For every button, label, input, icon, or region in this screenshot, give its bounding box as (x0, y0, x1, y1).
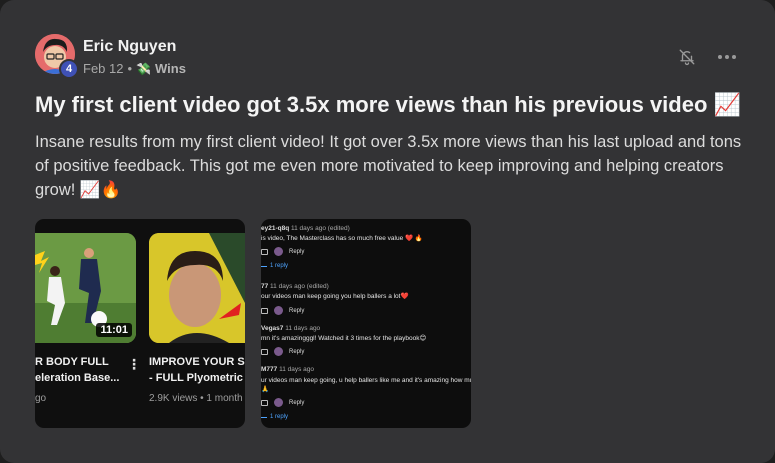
attachment-image-1[interactable]: 11:01 R BODY FULL eleration Base... ⋮ go… (35, 219, 245, 428)
video-thumbnail (149, 233, 245, 343)
author-name[interactable]: Eric Nguyen (83, 38, 176, 56)
more-horizontal-icon[interactable] (716, 46, 738, 68)
comment-time: 11 days ago (279, 366, 315, 373)
reply-label: Reply (289, 348, 305, 355)
comment-header: ey21-q8q 11 days ago (edited) (261, 224, 471, 233)
replies-link: 1 reply (261, 414, 288, 420)
post-card[interactable]: 4 Eric Nguyen Feb 12 • 💸 Wins My first c… (0, 0, 775, 463)
comment-actions: Reply (261, 398, 304, 407)
video-title: IMPROVE YOUR SP (149, 356, 245, 368)
attachment-image-2[interactable]: ey21-q8q 11 days ago (edited) is video, … (261, 219, 471, 428)
reply-label: Reply (289, 248, 305, 255)
comment-actions: Reply (261, 247, 304, 256)
video-title-line2: eleration Base... (35, 372, 120, 384)
comment-header: Vegas7 11 days ago (261, 324, 471, 333)
dislike-icon (261, 399, 268, 406)
video-title-line2: - FULL Plyometric S (149, 372, 245, 384)
comment-header: 77 11 days ago (edited) (261, 282, 471, 291)
comment-text-line2: 🙏 (261, 386, 270, 393)
video-thumbnail: 11:01 (35, 233, 136, 343)
comment-user: ey21-q8q (261, 225, 290, 232)
meta-separator: • (127, 61, 133, 76)
dislike-icon (261, 248, 268, 255)
comment-text: ur videos man keep going, u help ballers… (261, 377, 471, 384)
comment-actions: Reply (261, 347, 304, 356)
video-meta: 2.9K views • 1 month a (149, 393, 245, 404)
dislike-icon (261, 348, 268, 355)
comment-actions: Reply (261, 306, 304, 315)
comment-user: M777 (261, 366, 278, 373)
money-with-wings-icon: 💸 (136, 61, 151, 76)
post-body: Insane results from my first client vide… (35, 133, 742, 199)
bell-off-icon[interactable] (676, 46, 698, 68)
comment-time: 11 days ago (edited) (291, 225, 350, 232)
post-date: Feb 12 (83, 61, 124, 76)
level-badge: 4 (59, 59, 79, 79)
comment-user: 77 (261, 283, 269, 290)
replies-link: 1 reply (261, 263, 288, 269)
comment-time: 11 days ago (edited) (270, 283, 329, 290)
category-label[interactable]: Wins (155, 61, 186, 76)
comment-time: 11 days ago (285, 325, 321, 332)
creator-avatar (274, 306, 283, 315)
reply-label: Reply (289, 307, 305, 314)
video-menu-icon: ⋮ (127, 356, 141, 372)
dislike-icon (261, 307, 268, 314)
post-meta: Feb 12 • 💸 Wins (83, 61, 186, 76)
video-duration: 11:01 (96, 323, 132, 337)
comment-header: M777 11 days ago (261, 365, 471, 374)
creator-avatar (274, 398, 283, 407)
reply-label: Reply (289, 399, 305, 406)
comment-text: is video, The Masterclass has so much fr… (261, 235, 424, 242)
post-title: My first client video got 3.5x more view… (35, 92, 741, 117)
creator-avatar (274, 247, 283, 256)
comment-text: our videos man keep going you help balle… (261, 293, 409, 300)
video-meta: go (35, 393, 47, 404)
creator-avatar (274, 347, 283, 356)
comment-user: Vegas7 (261, 325, 284, 332)
video-title: R BODY FULL (35, 356, 109, 368)
comment-text: mn it's amazingggl! Watched it 3 times f… (261, 335, 427, 342)
